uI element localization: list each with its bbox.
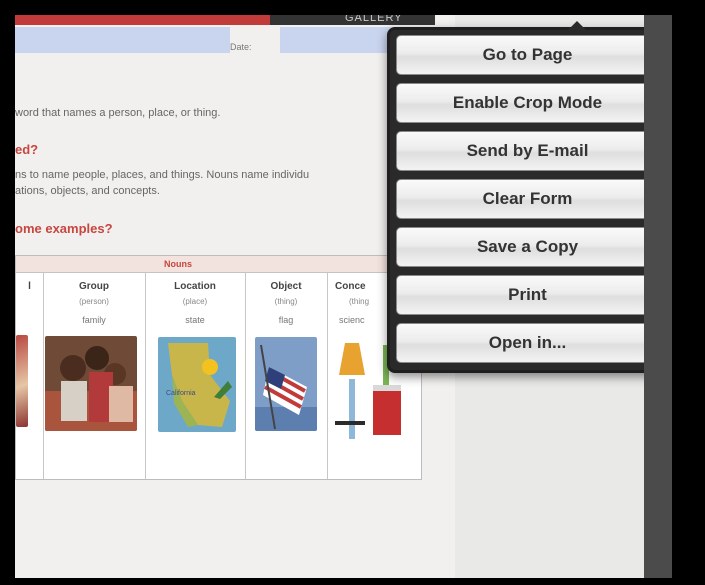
save-a-copy-button[interactable]: Save a Copy bbox=[396, 227, 659, 267]
person-image bbox=[16, 335, 28, 427]
column-example: state bbox=[185, 315, 205, 325]
column-example: flag bbox=[278, 315, 294, 325]
nouns-title: Nouns bbox=[164, 259, 192, 269]
send-by-email-button[interactable]: Send by E-mail bbox=[396, 131, 659, 171]
definition-text: word that names a person, place, or thin… bbox=[15, 107, 221, 119]
paragraph-line-1: ns to name people, places, and things. N… bbox=[15, 169, 310, 181]
clear-form-button[interactable]: Clear Form bbox=[396, 179, 659, 219]
screen: GALLERY Date: word that names a person, … bbox=[15, 15, 672, 578]
popover-arrow bbox=[568, 21, 586, 30]
table-column-object: Object (thing) flag bbox=[245, 273, 328, 479]
column-subheader: (place) bbox=[182, 297, 208, 306]
actions-popover-menu: Go to Page Enable Crop Mode Send by E-ma… bbox=[387, 21, 671, 373]
enable-crop-mode-button[interactable]: Enable Crop Mode bbox=[396, 83, 659, 123]
california-map-label: California bbox=[166, 390, 196, 397]
column-example: family bbox=[82, 315, 106, 325]
column-header: l bbox=[28, 281, 31, 292]
name-field-band[interactable] bbox=[15, 27, 435, 53]
table-column-1: l bbox=[16, 273, 44, 479]
right-edge-strip bbox=[644, 15, 672, 578]
nouns-table: Nouns l Group (person) family Location (… bbox=[15, 255, 422, 480]
family-photo bbox=[45, 336, 137, 431]
device-frame: GALLERY Date: word that names a person, … bbox=[0, 0, 705, 585]
date-label: Date: bbox=[230, 42, 252, 52]
go-to-page-button[interactable]: Go to Page bbox=[396, 35, 659, 75]
california-map-image: California bbox=[158, 337, 236, 432]
column-subheader: (person) bbox=[79, 297, 109, 306]
column-header: Object bbox=[270, 281, 302, 292]
paragraph-line-2: ations, objects, and concepts. bbox=[15, 185, 160, 197]
table-column-location: Location (place) state California bbox=[145, 273, 246, 479]
flag-image bbox=[255, 337, 317, 431]
paragraph: ns to name people, places, and things. N… bbox=[15, 167, 309, 199]
open-in-button[interactable]: Open in... bbox=[396, 323, 659, 363]
column-header: Location bbox=[174, 281, 216, 292]
column-subheader: (thing) bbox=[274, 297, 298, 306]
column-header: Group bbox=[79, 281, 109, 292]
gallery-label: GALLERY bbox=[345, 15, 403, 24]
nouns-header-bar: Nouns bbox=[16, 256, 421, 273]
question-heading-1: ed? bbox=[15, 142, 39, 157]
table-column-group: Group (person) family bbox=[43, 273, 146, 479]
print-button[interactable]: Print bbox=[396, 275, 659, 315]
question-heading-2: ome examples? bbox=[15, 221, 113, 236]
